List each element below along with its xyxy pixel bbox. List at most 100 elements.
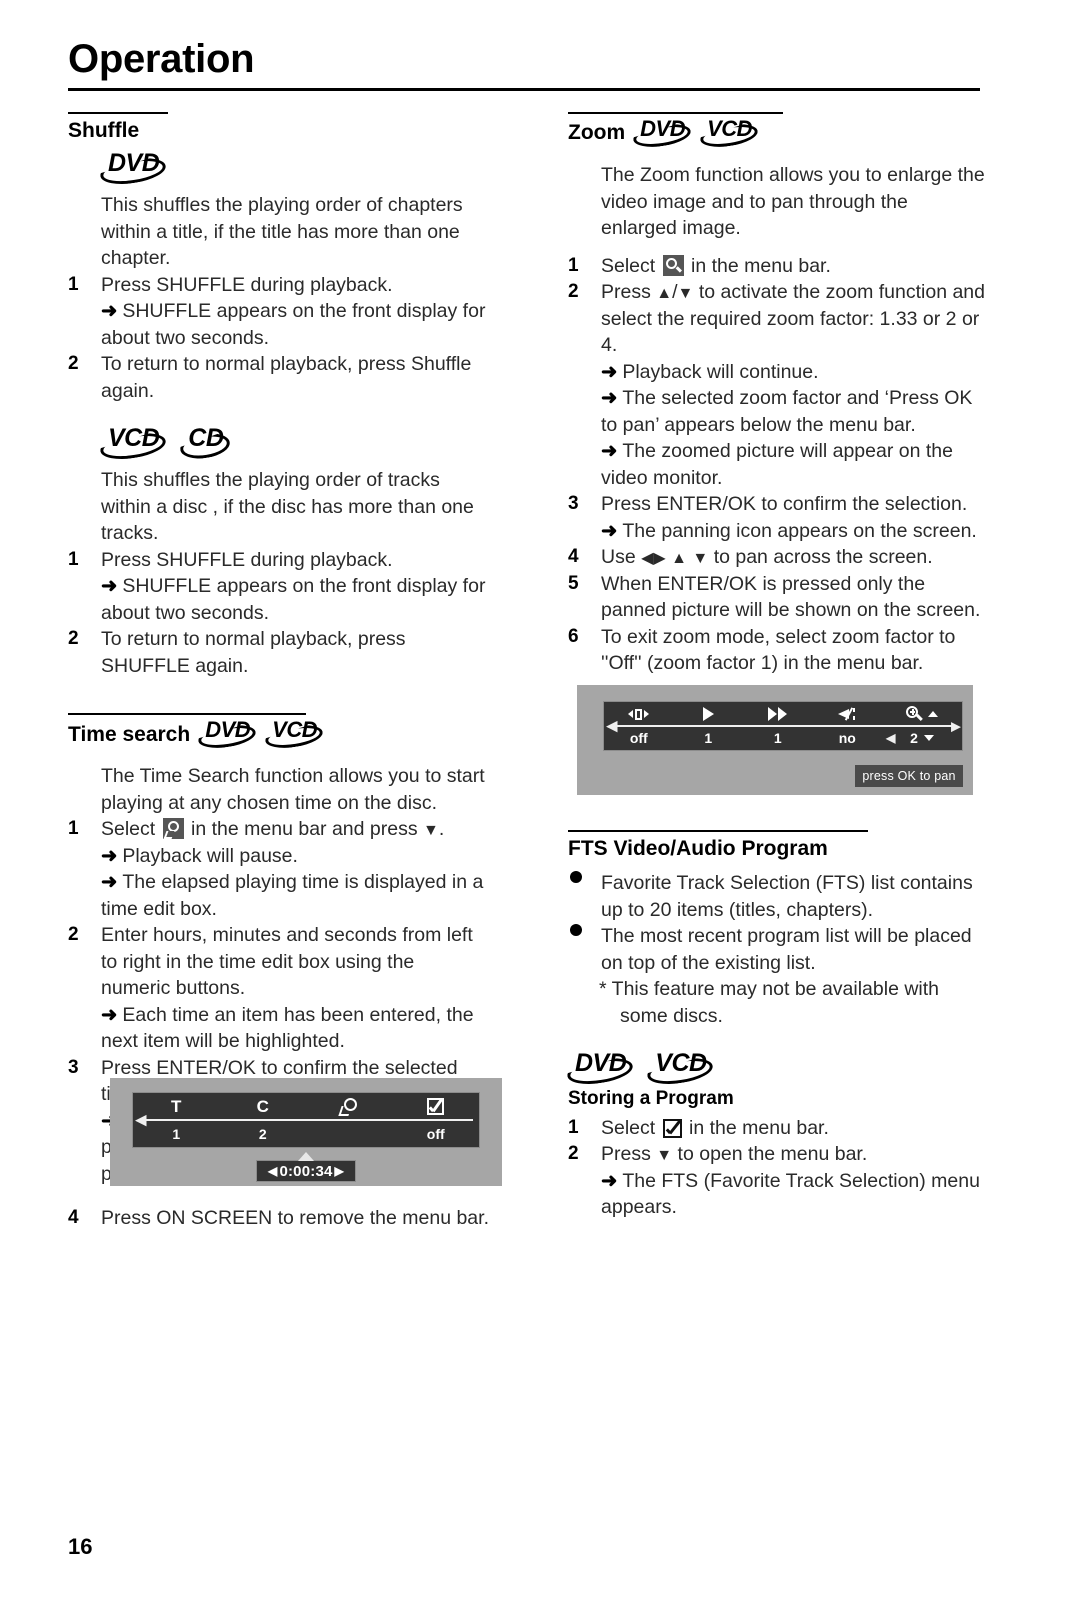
osd-cell-play bbox=[674, 702, 744, 726]
time-search-step-4: 4 Press ON SCREEN to remove the menu bar… bbox=[68, 1205, 521, 1232]
zoom-step-4: 4 Use ◀▶ ▲ ▼ to pan across the screen. bbox=[568, 544, 988, 571]
step-number: 1 bbox=[568, 254, 579, 276]
zoom-step-5: 5 When ENTER/OK is pressed only the pann… bbox=[568, 571, 988, 624]
fts-heading: FTS Video/Audio Program bbox=[568, 836, 988, 861]
osd-zoom-icon-row bbox=[604, 702, 962, 726]
cd-logo-text: CD bbox=[188, 424, 224, 453]
fts-step-2-note: ➜ The FTS (Favorite Track Selection) menu… bbox=[568, 1168, 988, 1221]
right-column: Zoom DVD VCD The Zoom function allows yo… bbox=[568, 112, 988, 677]
step-number: 1 bbox=[68, 273, 79, 295]
clock-icon bbox=[338, 1097, 358, 1116]
vcd-logo-icon: VCD bbox=[648, 1051, 714, 1085]
osd-cell-chapter: C bbox=[220, 1093, 307, 1120]
fts-bullet-2: The most recent program list will be pla… bbox=[568, 923, 988, 976]
dvd-logo-text: DVD bbox=[640, 116, 686, 141]
step-text-pre: Select bbox=[101, 818, 156, 841]
step-text-pre: Select bbox=[601, 254, 656, 277]
page-title: Operation bbox=[68, 37, 255, 81]
step-text-a: Use bbox=[601, 546, 636, 568]
bullet-dot-icon bbox=[570, 871, 582, 884]
chapter-icon: C bbox=[256, 1097, 269, 1116]
vcd-logo-icon: VCD bbox=[101, 426, 167, 460]
play-icon bbox=[702, 707, 714, 721]
shuffle-vcd-cd-logo-row: VCD CD bbox=[68, 426, 488, 460]
arrow-icon: ➜ bbox=[601, 360, 618, 383]
step-text-post: in the menu bar. bbox=[689, 1116, 829, 1139]
magnifier-icon bbox=[906, 706, 923, 722]
time-search-step-1-note-2: ➜ The elapsed playing time is displayed i… bbox=[68, 869, 488, 922]
dvd-logo-text: DVD bbox=[205, 717, 251, 743]
time-search-step-2-note: ➜ Each time an item has been entered, the… bbox=[68, 1002, 488, 1055]
step-number: 1 bbox=[68, 548, 79, 570]
arrow-icon: ➜ bbox=[601, 1169, 618, 1192]
bullet-text: Favorite Track Selection (FTS) list cont… bbox=[601, 872, 973, 921]
note-text: The FTS (Favorite Track Selection) menu … bbox=[601, 1169, 980, 1219]
step-text: Press ENTER/OK to confirm the selection. bbox=[601, 493, 968, 515]
osd-value-time bbox=[306, 1120, 393, 1147]
step-text-post: to open the menu bar. bbox=[677, 1143, 868, 1166]
fts-heading-label: FTS Video/Audio Program bbox=[568, 837, 828, 860]
osd-value-play: 1 bbox=[704, 730, 713, 746]
zoom-step-2: 2 Press ▲/▼ to activate the zoom functio… bbox=[568, 279, 988, 359]
zoom-step-2-note-3: ➜ The zoomed picture will appear on the v… bbox=[568, 438, 988, 491]
vcd-logo-icon: VCD bbox=[701, 118, 759, 148]
step-text: Enter hours, minutes and seconds from le… bbox=[101, 924, 473, 1000]
time-search-step-1-note-1: ➜ Playback will pause. bbox=[68, 843, 488, 870]
step-number: 2 bbox=[568, 281, 579, 302]
bullet-dot-icon bbox=[570, 924, 582, 937]
step-number: 4 bbox=[68, 1207, 79, 1228]
note-text: SHUFFLE appears on the front display for… bbox=[101, 575, 486, 624]
zoom-up-arrow-icon bbox=[928, 711, 939, 717]
time-search-step-1: 1 Select in the menu bar and press ▼. bbox=[68, 816, 488, 843]
arrow-icon: ➜ bbox=[101, 871, 118, 894]
step-text-pre: Select bbox=[601, 1116, 656, 1139]
zoom-intro: The Zoom function allows you to enlarge … bbox=[601, 164, 985, 239]
shuffle-heading-label: Shuffle bbox=[68, 119, 140, 142]
time-search-figure: T C ◀ 1 2 off ◀ 0:00:34 ▶ bbox=[110, 1078, 502, 1186]
zoom-step-2-note-2: ➜ The selected zoom factor and ‘Press OK … bbox=[568, 385, 988, 438]
note-text: Playback will continue. bbox=[622, 360, 819, 383]
step-number: 2 bbox=[68, 924, 79, 946]
vcd-logo-text: VCD bbox=[655, 1049, 707, 1078]
time-right-arrow-icon: ▶ bbox=[334, 1164, 344, 1178]
step-text: When ENTER/OK is pressed only the panned… bbox=[601, 572, 981, 622]
step-text-a: Press bbox=[601, 281, 651, 303]
shuffle-heading: Shuffle bbox=[68, 118, 488, 143]
shuffle-dvd-step-1: 1 Press SHUFFLE during playback. bbox=[68, 272, 488, 299]
osd-value-title: 1 bbox=[172, 1125, 181, 1142]
fts-logo-row: DVD VCD bbox=[568, 1051, 988, 1085]
osd-zoom-value-row: off 1 1 no ◀ 2 bbox=[604, 726, 962, 750]
vcd-logo-text: VCD bbox=[272, 717, 318, 743]
vcd-logo-text: VCD bbox=[108, 424, 160, 453]
step-text-pre: Press bbox=[601, 1143, 651, 1166]
time-caret-icon bbox=[298, 1152, 314, 1161]
zoom-rule bbox=[568, 112, 783, 114]
cd-logo-icon: CD bbox=[181, 426, 231, 460]
osd-value-fts: off bbox=[426, 1125, 445, 1142]
triangle-down-icon: ▼ bbox=[677, 285, 694, 302]
step-number: 1 bbox=[68, 818, 79, 840]
osd-value-chapter: 2 bbox=[258, 1125, 267, 1142]
page-header: Operation bbox=[68, 38, 980, 91]
note-text: The panning icon appears on the screen. bbox=[622, 519, 977, 542]
arrow-icon: ➜ bbox=[101, 844, 118, 867]
page-number: 16 bbox=[68, 1534, 93, 1559]
fast-forward-icon bbox=[768, 707, 788, 721]
triangle-up-icon: ▲ bbox=[671, 550, 687, 567]
note-marker: * bbox=[599, 978, 607, 1001]
check-icon bbox=[427, 1098, 445, 1115]
time-search-rule bbox=[68, 713, 306, 716]
step-number: 3 bbox=[68, 1056, 79, 1078]
step-text-post: in the menu bar and press bbox=[191, 818, 418, 841]
zoom-step-1: 1 Select in the menu bar. bbox=[568, 253, 988, 280]
note-text: SHUFFLE appears on the front display for… bbox=[101, 300, 486, 349]
shuffle-dvd-logo-row: DVD bbox=[68, 151, 488, 185]
osd-cell-fast-forward bbox=[743, 702, 813, 726]
triangle-down-icon: ▼ bbox=[692, 550, 709, 567]
shuffle-vcd-step-1: 1 Press SHUFFLE during playback. bbox=[68, 547, 488, 574]
arrow-icon: ➜ bbox=[101, 1003, 118, 1026]
zoom-figure: ◀ ▶ off 1 1 no ◀ 2 press OK to pan bbox=[577, 685, 973, 795]
time-left-arrow-icon: ◀ bbox=[268, 1164, 278, 1178]
step-text-b: to pan across the screen. bbox=[713, 546, 933, 568]
note-text: This feature may not be available with s… bbox=[611, 978, 940, 1027]
